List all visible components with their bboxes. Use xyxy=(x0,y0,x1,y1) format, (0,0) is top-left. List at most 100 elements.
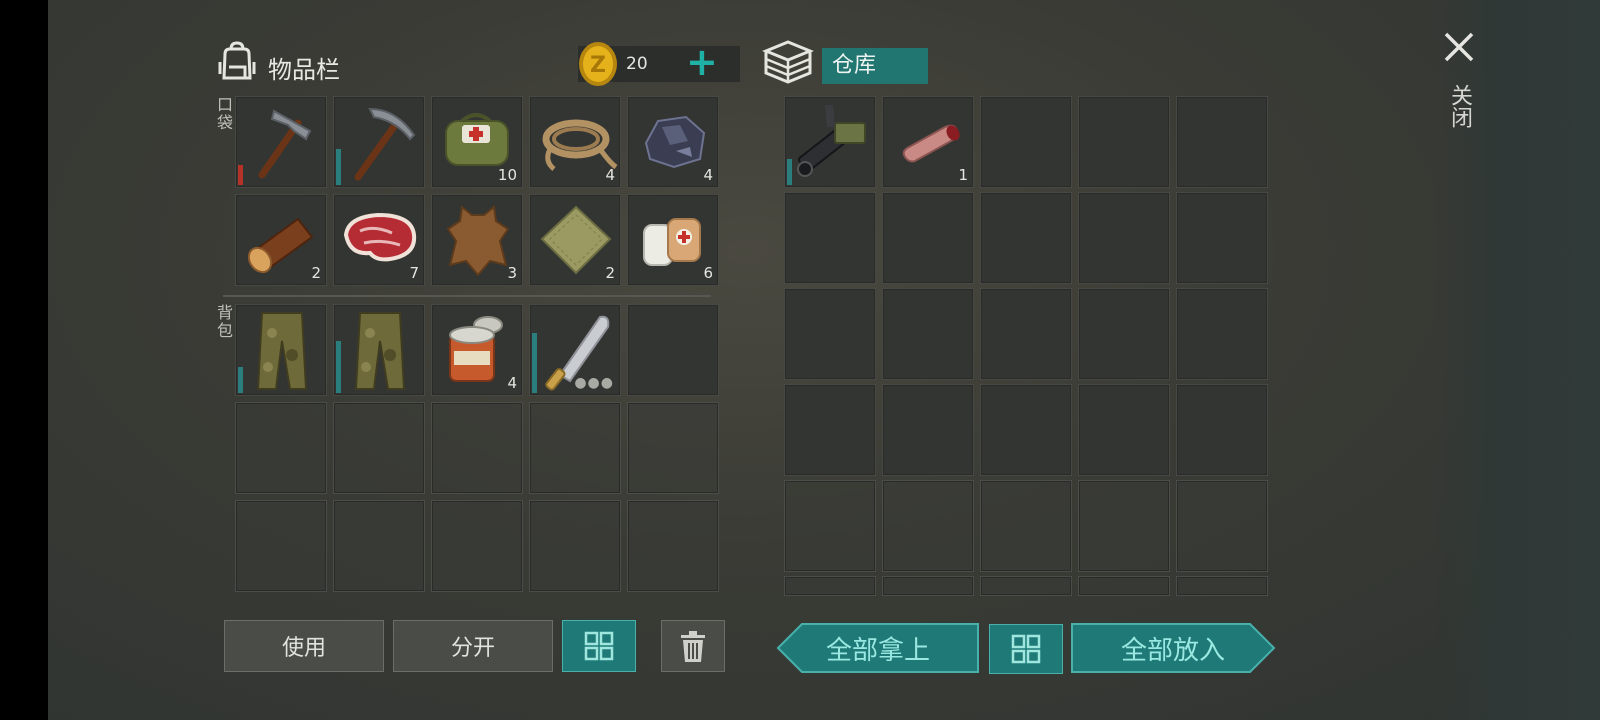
inventory-slot[interactable]: 2 xyxy=(235,194,327,286)
empty-slot[interactable] xyxy=(882,384,974,476)
inventory-title: 物品栏 xyxy=(268,56,340,84)
sort-grid-icon xyxy=(1011,634,1041,664)
empty-slot[interactable] xyxy=(1176,288,1268,380)
inventory-slot[interactable]: ●●● xyxy=(529,304,621,396)
empty-slot[interactable] xyxy=(235,500,327,592)
empty-slot[interactable] xyxy=(980,480,1072,572)
use-button[interactable]: 使用 xyxy=(224,620,384,672)
camo-pants-icon xyxy=(354,312,406,390)
empty-slot[interactable] xyxy=(1078,576,1170,596)
split-button[interactable]: 分开 xyxy=(393,620,553,672)
inventory-slot[interactable]: 2 xyxy=(529,194,621,286)
backpack-icon xyxy=(218,41,256,80)
put-all-label: 全部放入 xyxy=(1120,635,1225,666)
durability-bar xyxy=(238,165,243,185)
empty-slot[interactable] xyxy=(627,402,719,494)
empty-slot[interactable] xyxy=(882,576,974,596)
empty-slot[interactable] xyxy=(784,288,876,380)
empty-slot[interactable] xyxy=(235,402,327,494)
inventory-slot[interactable]: 4 xyxy=(627,96,719,188)
coin-count: 20 xyxy=(626,54,648,74)
storage-slot[interactable]: 1 xyxy=(882,96,974,188)
storage-slot[interactable] xyxy=(784,96,876,188)
empty-slot[interactable] xyxy=(882,480,974,572)
inventory-slot[interactable]: 4 xyxy=(529,96,621,188)
minigun-icon xyxy=(797,105,866,177)
hammer-icon xyxy=(258,109,312,179)
inventory-slot[interactable] xyxy=(235,304,327,396)
item-count: 7 xyxy=(409,264,419,282)
item-count: 10 xyxy=(497,166,517,184)
empty-slot[interactable] xyxy=(627,304,719,396)
empty-slot[interactable] xyxy=(784,192,876,284)
empty-slot[interactable] xyxy=(1078,288,1170,380)
storage-crate-icon xyxy=(762,40,814,84)
empty-slot[interactable] xyxy=(1078,480,1170,572)
inventory-slot[interactable] xyxy=(235,96,327,188)
pocket-section-label: 口袋 xyxy=(216,95,233,132)
empty-slot[interactable] xyxy=(529,402,621,494)
item-count: 2 xyxy=(311,264,321,282)
coin-icon: Z xyxy=(579,42,617,86)
empty-slot[interactable] xyxy=(980,96,1072,188)
backpack-section-label: 背包 xyxy=(216,303,233,340)
more-options-icon[interactable]: ●●● xyxy=(574,375,614,391)
empty-slot[interactable] xyxy=(1176,384,1268,476)
empty-slot[interactable] xyxy=(627,500,719,592)
item-count: 6 xyxy=(703,264,713,282)
inventory-slot[interactable] xyxy=(333,304,425,396)
close-label: 关闭 xyxy=(1447,84,1472,128)
empty-slot[interactable] xyxy=(333,500,425,592)
sort-grid-icon xyxy=(584,631,614,661)
item-count: 3 xyxy=(507,264,517,282)
camo-pants-icon xyxy=(256,312,308,390)
empty-slot[interactable] xyxy=(980,288,1072,380)
empty-slot[interactable] xyxy=(980,384,1072,476)
empty-slot[interactable] xyxy=(882,192,974,284)
sort-inventory-button[interactable] xyxy=(562,620,636,672)
durability-bar xyxy=(336,341,341,393)
put-all-button[interactable]: 全部放入 xyxy=(1070,622,1276,674)
item-count: 2 xyxy=(605,264,615,282)
svg-text:Z: Z xyxy=(590,53,606,78)
empty-slot[interactable] xyxy=(529,500,621,592)
durability-bar xyxy=(238,367,243,393)
empty-slot[interactable] xyxy=(784,480,876,572)
game-screen: 物品栏 Z 20 + 口袋 背包 10 4 4 2 7 3 2 6 4 ●●● … xyxy=(48,0,1600,720)
inventory-slot[interactable] xyxy=(333,96,425,188)
item-count: 4 xyxy=(605,166,615,184)
empty-slot[interactable] xyxy=(784,384,876,476)
empty-slot[interactable] xyxy=(1176,192,1268,284)
take-all-label: 全部拿上 xyxy=(825,635,930,666)
item-count: 4 xyxy=(507,374,517,392)
empty-slot[interactable] xyxy=(431,402,523,494)
add-coins-button[interactable]: + xyxy=(686,40,718,84)
empty-slot[interactable] xyxy=(1078,96,1170,188)
inventory-slot[interactable]: 7 xyxy=(333,194,425,286)
empty-slot[interactable] xyxy=(333,402,425,494)
inventory-slot[interactable]: 10 xyxy=(431,96,523,188)
inventory-slot[interactable]: 3 xyxy=(431,194,523,286)
empty-slot[interactable] xyxy=(431,500,523,592)
empty-slot[interactable] xyxy=(1176,480,1268,572)
empty-slot[interactable] xyxy=(980,576,1072,596)
empty-slot[interactable] xyxy=(1176,96,1268,188)
close-button[interactable]: 关闭 xyxy=(1438,28,1482,148)
sort-storage-button[interactable] xyxy=(989,624,1063,674)
empty-slot[interactable] xyxy=(784,576,876,596)
take-all-button[interactable]: 全部拿上 xyxy=(776,622,980,674)
inventory-slot[interactable]: 4 xyxy=(431,304,523,396)
item-count: 4 xyxy=(703,166,713,184)
trash-button[interactable] xyxy=(661,620,725,672)
empty-slot[interactable] xyxy=(980,192,1072,284)
empty-slot[interactable] xyxy=(1176,576,1268,596)
empty-slot[interactable] xyxy=(1078,384,1170,476)
durability-bar xyxy=(787,159,792,185)
item-count: 1 xyxy=(958,166,968,184)
pickaxe-icon xyxy=(354,107,416,181)
empty-slot[interactable] xyxy=(1078,192,1170,284)
section-divider xyxy=(223,295,711,297)
empty-slot[interactable] xyxy=(882,288,974,380)
inventory-slot[interactable]: 6 xyxy=(627,194,719,286)
durability-bar xyxy=(532,333,537,393)
